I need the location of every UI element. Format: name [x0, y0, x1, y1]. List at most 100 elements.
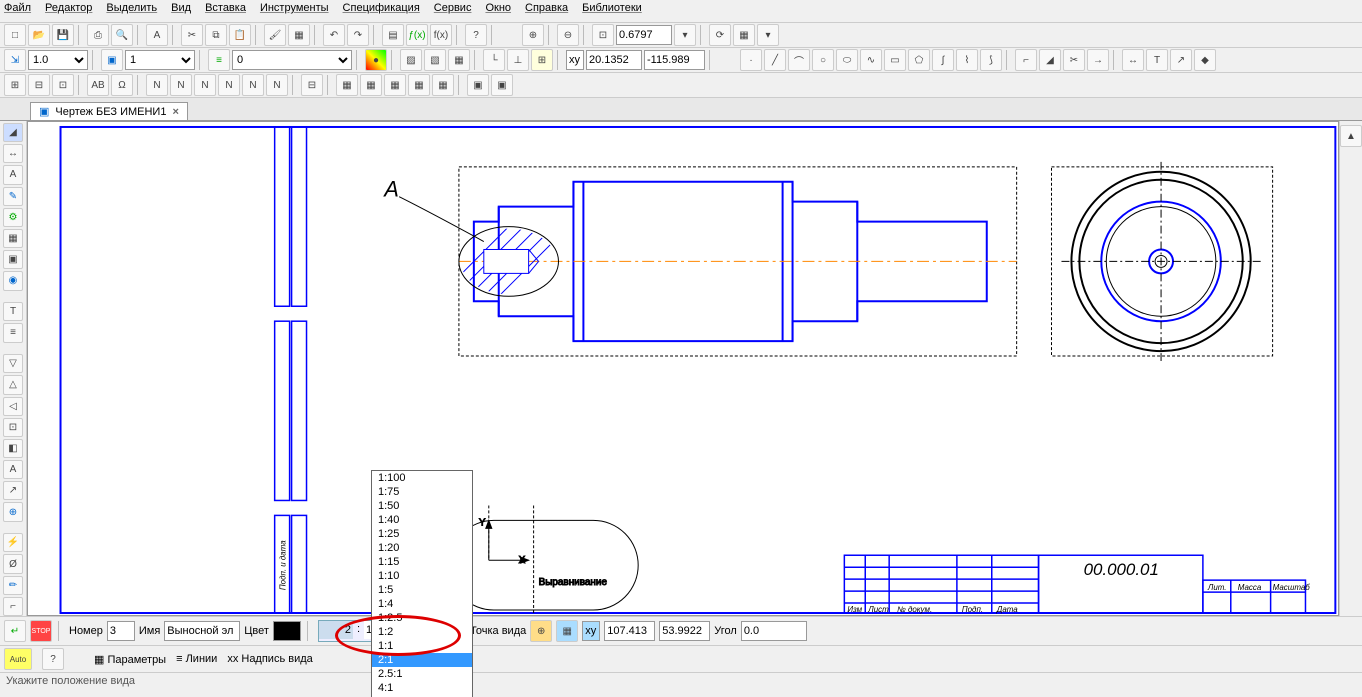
- t3-n2-icon[interactable]: N: [170, 74, 192, 96]
- t3-1-icon[interactable]: ⊞: [4, 74, 26, 96]
- dim-icon[interactable]: ↔: [1122, 49, 1144, 71]
- extend-icon[interactable]: →: [1087, 49, 1109, 71]
- menu-editor[interactable]: Редактор: [45, 2, 92, 20]
- hatch-icon[interactable]: ▨: [400, 49, 422, 71]
- circle-icon[interactable]: ○: [812, 49, 834, 71]
- color-swatch[interactable]: [273, 621, 301, 641]
- t3-omega-icon[interactable]: Ω: [111, 74, 133, 96]
- lb-spec-icon[interactable]: ◉: [3, 271, 23, 290]
- color-icon[interactable]: ●: [365, 49, 387, 71]
- scale-left-input[interactable]: [319, 621, 353, 639]
- zoom-out-icon[interactable]: ⊖: [557, 24, 579, 46]
- rect-icon[interactable]: ▭: [884, 49, 906, 71]
- scale-option[interactable]: 4:1: [372, 681, 472, 695]
- curve2-icon[interactable]: ⌇: [956, 49, 978, 71]
- zoom-value-input[interactable]: [616, 25, 672, 45]
- paste-icon[interactable]: 📋: [229, 24, 251, 46]
- scale-option[interactable]: 1:1: [372, 639, 472, 653]
- hatch3-icon[interactable]: ▦: [448, 49, 470, 71]
- preview-icon[interactable]: 🔍: [111, 24, 133, 46]
- point-x[interactable]: 107.413: [604, 621, 655, 641]
- ellipse-icon[interactable]: ⬭: [836, 49, 858, 71]
- style-select[interactable]: 1: [125, 50, 195, 70]
- help-icon[interactable]: ?: [465, 24, 487, 46]
- t3-tbl5-icon[interactable]: ▦: [432, 74, 454, 96]
- more-icon[interactable]: ▾: [757, 24, 779, 46]
- lb-edit-icon[interactable]: ✎: [3, 187, 23, 206]
- rb-up-icon[interactable]: ▲: [1340, 125, 1362, 147]
- scale-option[interactable]: 1:2: [372, 625, 472, 639]
- menu-file[interactable]: Файл: [4, 2, 31, 20]
- t3-c2-icon[interactable]: ▣: [491, 74, 513, 96]
- imya-input[interactable]: [164, 621, 240, 641]
- ortho-icon[interactable]: └: [483, 49, 505, 71]
- refresh-icon[interactable]: ⟳: [709, 24, 731, 46]
- help2-icon[interactable]: ?: [42, 648, 64, 670]
- lb-sel-icon[interactable]: ▣: [3, 250, 23, 269]
- trim-icon[interactable]: ✂: [1063, 49, 1085, 71]
- nomer-input[interactable]: [107, 621, 135, 641]
- perp-icon[interactable]: ⊥: [507, 49, 529, 71]
- lb-text-icon[interactable]: A: [3, 165, 23, 184]
- lb-v7-icon[interactable]: ↗: [3, 481, 23, 500]
- scale-option[interactable]: 1:10: [372, 569, 472, 583]
- menu-insert[interactable]: Вставка: [205, 2, 246, 20]
- undo-icon[interactable]: ↶: [323, 24, 345, 46]
- props-icon[interactable]: ▦: [288, 24, 310, 46]
- menu-help[interactable]: Справка: [525, 2, 568, 20]
- brush-icon[interactable]: 🖌: [264, 24, 286, 46]
- t3-tbl3-icon[interactable]: ▦: [384, 74, 406, 96]
- document-tab[interactable]: ▣ Чертеж БЕЗ ИМЕНИ1 ×: [30, 102, 188, 120]
- print-icon[interactable]: ⎙: [87, 24, 109, 46]
- copy-icon[interactable]: ⧉: [205, 24, 227, 46]
- chamfer-icon[interactable]: ◢: [1039, 49, 1061, 71]
- t3-n6-icon[interactable]: N: [266, 74, 288, 96]
- scale-option[interactable]: 1:40: [372, 513, 472, 527]
- lb-v8-icon[interactable]: ⊕: [3, 502, 23, 521]
- tab-params[interactable]: ▦ Параметры: [94, 653, 166, 666]
- snap-icon[interactable]: ⇲: [4, 49, 26, 71]
- t3-tbl1-icon[interactable]: ▦: [336, 74, 358, 96]
- layer-icon[interactable]: ≡: [208, 49, 230, 71]
- t3-ab-icon[interactable]: AB: [87, 74, 109, 96]
- t3-2-icon[interactable]: ⊟: [28, 74, 50, 96]
- menu-select[interactable]: Выделить: [106, 2, 157, 20]
- lb-param-icon[interactable]: ⚙: [3, 208, 23, 227]
- t3-tbl2-icon[interactable]: ▦: [360, 74, 382, 96]
- lb-v2-icon[interactable]: △: [3, 375, 23, 394]
- scale-option[interactable]: 1:20: [372, 541, 472, 555]
- tab-lines[interactable]: ≡ Линии: [176, 653, 217, 665]
- point-y[interactable]: 53.9922: [659, 621, 710, 641]
- lb-f2-icon[interactable]: Ø: [3, 554, 23, 573]
- scale-option[interactable]: 1:100: [372, 471, 472, 485]
- lb-geom-icon[interactable]: ◢: [3, 123, 23, 142]
- point-pick-icon[interactable]: ⊕: [530, 620, 552, 642]
- menu-spec[interactable]: Спецификация: [343, 2, 420, 20]
- point-icon[interactable]: ·: [740, 49, 762, 71]
- t3-n4-icon[interactable]: N: [218, 74, 240, 96]
- style-icon[interactable]: ▣: [101, 49, 123, 71]
- arc-icon[interactable]: ⌒: [788, 49, 810, 71]
- hatch2-icon[interactable]: ▧: [424, 49, 446, 71]
- layers-icon[interactable]: ▤: [382, 24, 404, 46]
- redo-icon[interactable]: ↷: [347, 24, 369, 46]
- zoom-in-icon[interactable]: ⊕: [522, 24, 544, 46]
- lb-lines-icon[interactable]: ≡: [3, 323, 23, 342]
- zoom-dropdown-icon[interactable]: ▾: [674, 24, 696, 46]
- scale-option[interactable]: 1:50: [372, 499, 472, 513]
- lb-meas-icon[interactable]: ▦: [3, 229, 23, 248]
- lb-v4-icon[interactable]: ⊡: [3, 418, 23, 437]
- t3-c1-icon[interactable]: ▣: [467, 74, 489, 96]
- t3-3-icon[interactable]: ⊡: [52, 74, 74, 96]
- lb-f3-icon[interactable]: ✏: [3, 576, 23, 595]
- vars-icon[interactable]: ƒ(x): [406, 24, 428, 46]
- line-width-select[interactable]: 1.0: [28, 50, 88, 70]
- poly-icon[interactable]: ⬠: [908, 49, 930, 71]
- open-icon[interactable]: 📂: [28, 24, 50, 46]
- scale-option[interactable]: 1:2.5: [372, 611, 472, 625]
- ugol-input[interactable]: [741, 621, 807, 641]
- scale-option[interactable]: 1:25: [372, 527, 472, 541]
- lb-dim-icon[interactable]: ↔: [3, 144, 23, 163]
- cut-icon[interactable]: ✂: [181, 24, 203, 46]
- menu-window[interactable]: Окно: [485, 2, 511, 20]
